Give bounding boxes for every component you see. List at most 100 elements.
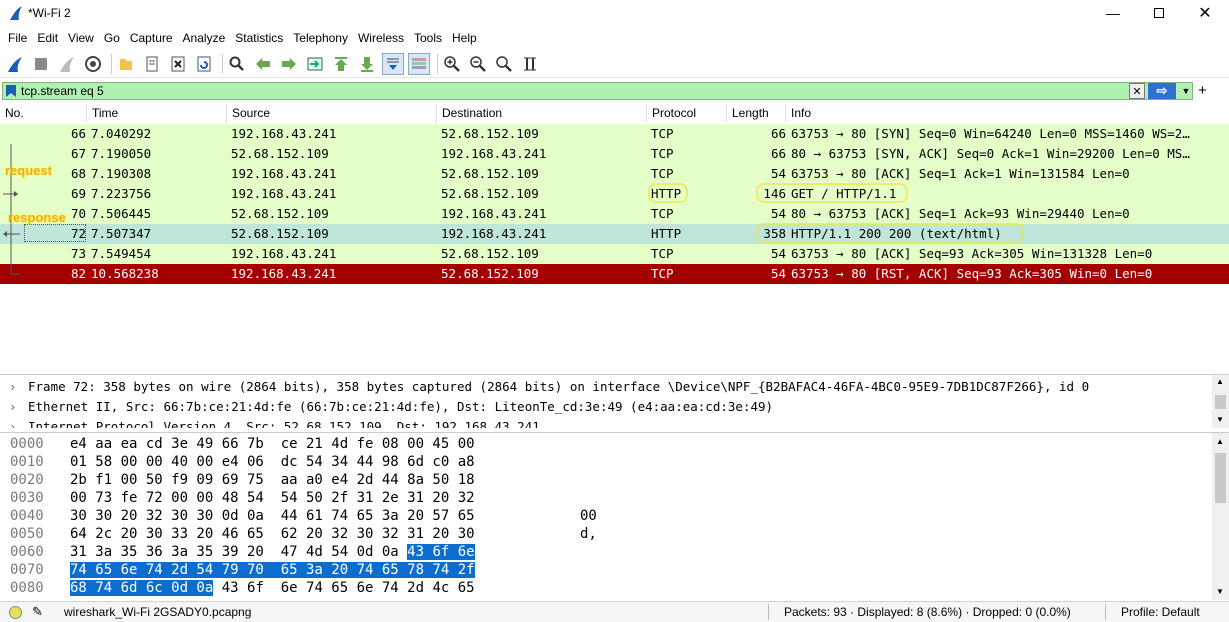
- menu-tools[interactable]: Tools: [410, 31, 446, 45]
- hex-row[interactable]: 0030 00 73 fe 72 00 00 48 54 54 50 2f 31 …: [0, 489, 1200, 507]
- reload-icon: [197, 56, 211, 71]
- packet-info: 63753 → 80 [ACK] Seq=93 Ack=305 Win=1313…: [791, 246, 1153, 261]
- menu-telephony[interactable]: Telephony: [289, 31, 352, 45]
- first-packet-button[interactable]: [330, 53, 352, 75]
- packet-time: 10.568238: [91, 266, 159, 281]
- packet-length: 54: [770, 246, 786, 261]
- menu-edit[interactable]: Edit: [33, 31, 62, 45]
- restart-capture-button[interactable]: [56, 53, 78, 75]
- packet-source: 52.68.152.109: [231, 226, 329, 241]
- zoom-in-button[interactable]: [441, 53, 463, 75]
- display-filter-input[interactable]: [21, 84, 1129, 98]
- hex-row[interactable]: 0060 31 3a 35 36 3a 35 39 20 47 4d 54 0d …: [0, 543, 1200, 561]
- hex-row[interactable]: 0020 2b f1 00 50 f9 09 69 75 aa a0 e4 2d …: [0, 471, 1200, 489]
- hex-row[interactable]: 0000 e4 aa ea cd 3e 49 66 7b ce 21 4d fe …: [0, 435, 1200, 453]
- go-back-button[interactable]: [252, 53, 274, 75]
- packet-destination: 192.168.43.241: [441, 206, 547, 221]
- hex-offset: 0040: [10, 508, 44, 524]
- column-header-source[interactable]: Source: [227, 104, 437, 123]
- maximize-icon: [1154, 8, 1164, 18]
- scroll-thumb[interactable]: [1215, 395, 1226, 409]
- column-header-length[interactable]: Length: [727, 104, 786, 123]
- apply-filter-button[interactable]: ⇨: [1148, 83, 1176, 99]
- packet-row[interactable]: 82 10.568238 192.168.43.241 52.68.152.109 TC…: [0, 264, 1229, 284]
- go-forward-button[interactable]: [278, 53, 300, 75]
- go-to-packet-button[interactable]: [304, 53, 326, 75]
- packet-counts: Packets: 93 · Displayed: 8 (8.6%) · Drop…: [784, 605, 1071, 619]
- hex-bytes-plain: e4 aa ea cd 3e 49 66 7b ce 21 4d fe 08 0…: [70, 436, 475, 452]
- menu-go[interactable]: Go: [100, 31, 124, 45]
- highlight-mark: [756, 223, 1024, 243]
- packet-row[interactable]: 70 7.506445 52.68.152.109 192.168.43.241 TCP…: [0, 204, 1229, 224]
- menu-statistics[interactable]: Statistics: [231, 31, 287, 45]
- filter-dropdown-button[interactable]: ▼: [1180, 83, 1192, 99]
- add-filter-button[interactable]: +: [1198, 81, 1212, 101]
- packet-row[interactable]: 73 7.549454 192.168.43.241 52.68.152.109 TCP…: [0, 244, 1229, 264]
- details-scrollbar[interactable]: ▲ ▼: [1212, 375, 1229, 428]
- colorize-button[interactable]: [408, 52, 430, 75]
- menu-file[interactable]: File: [4, 31, 31, 45]
- zoom-reset-button[interactable]: [493, 53, 515, 75]
- column-header-protocol[interactable]: Protocol: [647, 104, 727, 123]
- column-header-info[interactable]: Info: [786, 104, 1229, 123]
- hex-bytes: 2b f1 00 50 f9 09 69 75 aa a0 e4 2d 44 8…: [70, 471, 475, 489]
- packet-row[interactable]: 67 7.190050 52.68.152.109 192.168.43.241 TCP…: [0, 144, 1229, 164]
- arrow-right-icon: ⇨: [1156, 83, 1168, 98]
- close-button[interactable]: ✕: [1182, 0, 1228, 26]
- minimize-button[interactable]: —: [1090, 0, 1136, 26]
- close-file-button[interactable]: [167, 53, 189, 75]
- packet-source: 192.168.43.241: [231, 166, 337, 181]
- menu-view[interactable]: View: [64, 31, 98, 45]
- packet-row[interactable]: 72 7.507347 52.68.152.109 192.168.43.241 HTT…: [0, 224, 1229, 244]
- profile-label[interactable]: Profile: Default: [1121, 605, 1200, 619]
- packet-info: 63753 → 80 [RST, ACK] Seq=93 Ack=305 Win…: [791, 266, 1153, 281]
- packet-bytes-pane: 0000 e4 aa ea cd 3e 49 66 7b ce 21 4d fe …: [0, 432, 1229, 600]
- menu-help[interactable]: Help: [448, 31, 481, 45]
- last-packet-button[interactable]: [356, 53, 378, 75]
- scroll-thumb[interactable]: [1215, 453, 1226, 503]
- packet-source: 192.168.43.241: [231, 246, 337, 261]
- expert-info-icon[interactable]: [9, 606, 22, 619]
- maximize-button[interactable]: [1136, 0, 1182, 26]
- hex-offset: 0080: [10, 580, 44, 596]
- save-file-button[interactable]: [141, 53, 163, 75]
- response-annotation: response: [8, 210, 66, 225]
- hex-offset: 0020: [10, 472, 44, 488]
- hex-row[interactable]: 0080 68 74 6d 6c 0d 0a 43 6f 6e 74 65 6e …: [0, 579, 1200, 597]
- hex-row[interactable]: 0040 30 30 20 32 30 30 0d 0a 44 61 74 65 …: [0, 507, 1200, 525]
- find-packet-button[interactable]: [226, 53, 248, 75]
- hex-bytes-selected: 74 65 6e 74 2d 54 79 70 65 3a 20 74 65 7…: [70, 562, 475, 578]
- file-icon: [146, 56, 158, 71]
- clear-filter-button[interactable]: ✕: [1129, 83, 1145, 99]
- packet-row[interactable]: 66 7.040292 192.168.43.241 52.68.152.109 TCP…: [0, 124, 1229, 144]
- window-title: *Wi-Fi 2: [28, 6, 71, 20]
- title-bar: *Wi-Fi 2 — ✕: [0, 0, 1229, 26]
- column-header-no[interactable]: No.: [0, 104, 87, 123]
- hex-row[interactable]: 0070 74 65 6e 74 2d 54 79 70 65 3a 20 74 …: [0, 561, 1200, 579]
- packet-row[interactable]: 68 7.190308 192.168.43.241 52.68.152.109 TCP…: [0, 164, 1229, 184]
- zoom-out-button[interactable]: [467, 53, 489, 75]
- open-file-button[interactable]: [115, 53, 137, 75]
- hex-row[interactable]: 0010 01 58 00 00 40 00 e4 06 dc 54 34 44 …: [0, 453, 1200, 471]
- capture-comment-icon[interactable]: ✎: [32, 604, 43, 620]
- autoscroll-button[interactable]: [382, 52, 404, 75]
- toolbar-separator: [437, 53, 438, 74]
- start-capture-button[interactable]: [4, 53, 26, 75]
- stop-capture-button[interactable]: [30, 53, 52, 75]
- menu-wireless[interactable]: Wireless: [354, 31, 408, 45]
- menu-analyze[interactable]: Analyze: [179, 31, 230, 45]
- menu-capture[interactable]: Capture: [126, 31, 177, 45]
- column-header-time[interactable]: Time: [87, 104, 227, 123]
- chevron-right-icon: ›: [9, 399, 17, 414]
- reload-file-button[interactable]: [193, 53, 215, 75]
- bytes-scrollbar[interactable]: ▲ ▼: [1212, 433, 1229, 600]
- column-header-destination[interactable]: Destination: [437, 104, 647, 123]
- bookmark-icon[interactable]: [5, 84, 17, 98]
- packet-row[interactable]: 69 7.223756 192.168.43.241 52.68.152.109 HTT…: [0, 184, 1229, 204]
- packet-time: 7.507347: [91, 226, 152, 241]
- capture-options-button[interactable]: [82, 53, 104, 75]
- hex-bytes: 00 73 fe 72 00 00 48 54 54 50 2f 31 2e 3…: [70, 489, 475, 507]
- packet-info: 80 → 63753 [SYN, ACK] Seq=0 Ack=1 Win=29…: [791, 146, 1190, 161]
- hex-row[interactable]: 0050 64 2c 20 30 33 20 46 65 62 20 32 30 …: [0, 525, 1200, 543]
- resize-columns-button[interactable]: [519, 53, 541, 75]
